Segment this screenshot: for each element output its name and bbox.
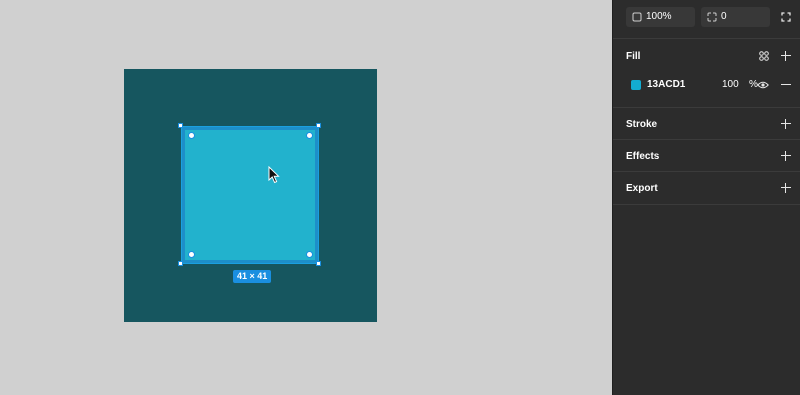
corner-radius-icon: [707, 12, 717, 22]
export-section-title: Export: [626, 183, 658, 194]
fill-row[interactable]: 13ACD1 100 %: [626, 75, 758, 95]
corner-radius-handle-top-left[interactable]: [188, 132, 195, 139]
resize-handle-bottom-left[interactable]: [178, 261, 183, 266]
fill-opacity-value[interactable]: 100: [722, 75, 739, 95]
divider: [613, 38, 800, 39]
add-export-plus-icon[interactable]: [781, 183, 791, 193]
divider: [613, 107, 800, 108]
corner-radius-handle-top-right[interactable]: [306, 132, 313, 139]
corner-radius-handle-bottom-left[interactable]: [188, 251, 195, 258]
stroke-section-title: Stroke: [626, 119, 658, 130]
corner-radius-value: 0: [721, 11, 727, 22]
selected-rectangle[interactable]: [181, 126, 319, 264]
divider: [613, 139, 800, 140]
expand-corners-icon[interactable]: [781, 12, 791, 22]
corner-radius-handle-bottom-right[interactable]: [306, 251, 313, 258]
corner-radius-field[interactable]: 0: [701, 7, 770, 27]
add-effect-plus-icon[interactable]: [781, 151, 791, 161]
layer-row: 100% 0: [613, 7, 800, 27]
size-label: 41 × 41: [233, 270, 272, 283]
opacity-value: 100%: [646, 11, 672, 22]
remove-fill-minus-icon[interactable]: [781, 80, 791, 90]
fill-hex-value[interactable]: 13ACD1: [647, 75, 685, 95]
resize-handle-top-right[interactable]: [316, 123, 321, 128]
resize-handle-top-left[interactable]: [178, 123, 183, 128]
fill-section-title: Fill: [626, 51, 641, 62]
divider: [613, 171, 800, 172]
eye-icon[interactable]: [757, 80, 769, 90]
add-stroke-plus-icon[interactable]: [781, 119, 791, 129]
style-grid-icon[interactable]: [759, 51, 769, 61]
canvas[interactable]: 41 × 41: [0, 0, 612, 395]
fill-color-swatch[interactable]: [631, 80, 641, 90]
opacity-field[interactable]: 100%: [626, 7, 695, 27]
resize-handle-bottom-right[interactable]: [316, 261, 321, 266]
opacity-icon: [632, 12, 642, 22]
divider: [613, 204, 800, 205]
effects-section-title: Effects: [626, 151, 660, 162]
add-fill-plus-icon[interactable]: [781, 51, 791, 61]
properties-panel: 100% 0 Fill 13ACD1 100 % Stroke Effects: [612, 0, 800, 395]
mouse-cursor-icon: [268, 166, 280, 184]
